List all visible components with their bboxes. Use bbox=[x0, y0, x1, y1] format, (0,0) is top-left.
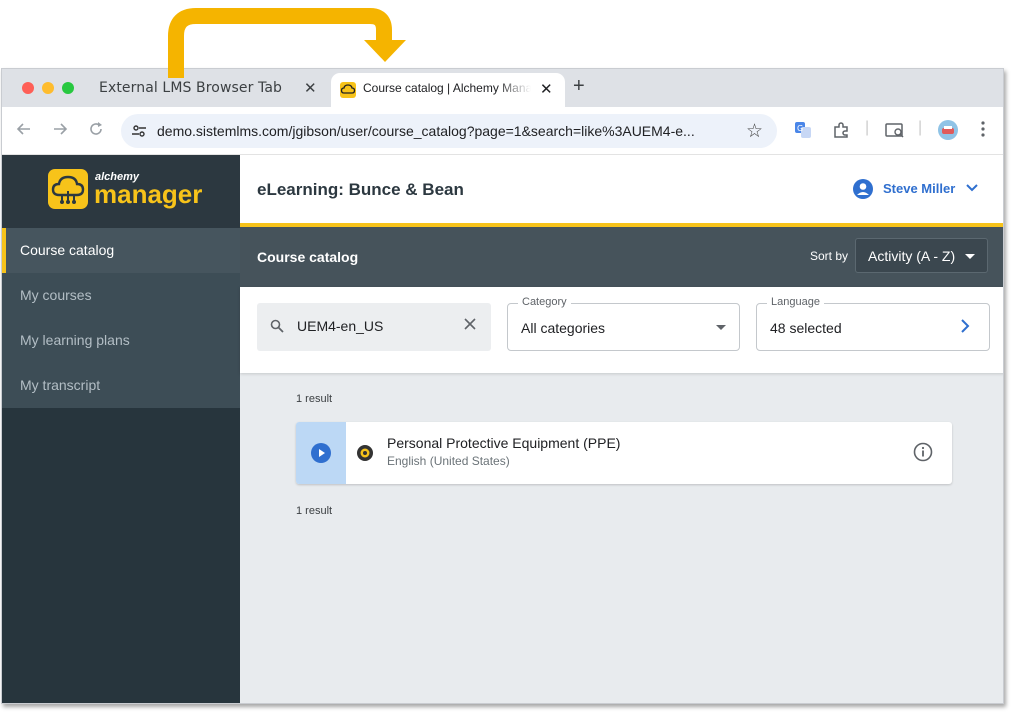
active-indicator bbox=[2, 228, 6, 273]
main-content: eLearning: Bunce & Bean Steve Miller Cou… bbox=[240, 155, 1003, 703]
info-icon[interactable] bbox=[913, 442, 933, 462]
site-settings-icon[interactable] bbox=[131, 123, 147, 139]
forward-icon[interactable] bbox=[52, 121, 68, 142]
extensions-icon[interactable] bbox=[832, 121, 850, 144]
language-value: 48 selected bbox=[770, 320, 842, 336]
close-tab-icon[interactable]: ✕ bbox=[540, 82, 553, 98]
translate-icon[interactable]: G bbox=[794, 121, 812, 144]
minimize-window-button[interactable] bbox=[42, 82, 54, 94]
maximize-window-button[interactable] bbox=[62, 82, 74, 94]
sidebar-item-label: My courses bbox=[20, 287, 92, 303]
browser-window: External LMS Browser Tab ✕ Course catalo… bbox=[1, 68, 1004, 704]
tab-external-lms[interactable]: External LMS Browser Tab ✕ bbox=[85, 69, 328, 107]
search-query: UEM4-en_US bbox=[297, 318, 384, 334]
svg-text:G: G bbox=[797, 124, 803, 133]
course-title[interactable]: Personal Protective Equipment (PPE) bbox=[387, 435, 620, 451]
lms-app: alchemy manager Course catalog My course… bbox=[2, 155, 1003, 703]
result-count-bottom: 1 result bbox=[296, 505, 333, 517]
user-name: Steve Miller bbox=[883, 181, 956, 196]
sidebar-item-label: My learning plans bbox=[20, 332, 130, 348]
logo-text-big: manager bbox=[94, 179, 203, 209]
reading-list-icon[interactable] bbox=[885, 121, 905, 144]
address-bar[interactable]: demo.sistemlms.com/jgibson/user/course_c… bbox=[121, 114, 777, 148]
category-legend: Category bbox=[518, 296, 571, 308]
page-title: eLearning: Bunce & Bean bbox=[257, 180, 464, 199]
tab-strip: External LMS Browser Tab ✕ Course catalo… bbox=[2, 69, 1003, 107]
close-tab-icon[interactable]: ✕ bbox=[304, 81, 317, 97]
language-select[interactable]: Language 48 selected bbox=[756, 296, 990, 351]
language-legend: Language bbox=[767, 296, 824, 308]
alchemy-brand-icon bbox=[357, 445, 373, 461]
result-count-top: 1 result bbox=[296, 393, 333, 405]
tab-course-catalog[interactable]: Course catalog | Alchemy Manager ✕ bbox=[331, 73, 565, 107]
alchemy-favicon-icon bbox=[340, 82, 356, 98]
filter-panel: UEM4-en_US Category All categories Langu… bbox=[240, 287, 1003, 373]
bookmark-star-icon[interactable]: ☆ bbox=[746, 120, 763, 143]
close-window-button[interactable] bbox=[22, 82, 34, 94]
sidebar-item-label: Course catalog bbox=[20, 242, 115, 258]
sort-dropdown[interactable]: Activity (A - Z) bbox=[855, 238, 988, 273]
search-icon bbox=[270, 319, 284, 338]
browser-toolbar: demo.sistemlms.com/jgibson/user/course_c… bbox=[2, 107, 1003, 155]
tab-title: External LMS Browser Tab bbox=[99, 80, 283, 96]
sidebar-item-course-catalog[interactable]: Course catalog bbox=[2, 228, 240, 273]
caret-down-icon bbox=[965, 254, 975, 259]
profile-avatar-icon[interactable] bbox=[937, 119, 959, 146]
catalog-title: Course catalog bbox=[257, 249, 359, 265]
sidebar-item-my-learning-plans[interactable]: My learning plans bbox=[2, 318, 240, 363]
search-input[interactable]: UEM4-en_US bbox=[257, 303, 491, 351]
catalog-bar: Course catalog Sort by Activity (A - Z) bbox=[240, 227, 1003, 287]
logo[interactable]: alchemy manager bbox=[2, 155, 240, 228]
sidebar-nav: Course catalog My courses My learning pl… bbox=[2, 228, 240, 408]
sort-value: Activity (A - Z) bbox=[868, 248, 956, 264]
toolbar-divider: | bbox=[918, 119, 923, 136]
category-value: All categories bbox=[521, 320, 606, 336]
sidebar-item-my-transcript[interactable]: My transcript bbox=[2, 363, 240, 408]
caret-down-icon bbox=[716, 325, 726, 330]
url-text: demo.sistemlms.com/jgibson/user/course_c… bbox=[157, 123, 695, 139]
sidebar-item-label: My transcript bbox=[20, 377, 101, 393]
app-header: eLearning: Bunce & Bean Steve Miller bbox=[240, 155, 1003, 227]
user-avatar-icon bbox=[853, 179, 873, 199]
sort-label: Sort by bbox=[810, 249, 849, 263]
sidebar: alchemy manager Course catalog My course… bbox=[2, 155, 240, 703]
tab-title: Course catalog | Alchemy Manager bbox=[363, 81, 531, 95]
reload-icon[interactable] bbox=[88, 121, 104, 142]
alchemy-cloud-icon bbox=[48, 169, 88, 209]
course-card[interactable]: Personal Protective Equipment (PPE) Engl… bbox=[296, 422, 952, 484]
chevron-right-icon bbox=[959, 317, 971, 338]
back-icon[interactable] bbox=[16, 121, 32, 142]
course-language: English (United States) bbox=[387, 454, 510, 468]
sidebar-item-my-courses[interactable]: My courses bbox=[2, 273, 240, 318]
chevron-down-icon bbox=[965, 180, 979, 197]
results-area: 1 result Personal Protective Equipment (… bbox=[240, 373, 1003, 703]
clear-search-icon[interactable] bbox=[464, 317, 476, 335]
category-select[interactable]: Category All categories bbox=[507, 296, 740, 351]
play-icon bbox=[311, 443, 331, 463]
new-tab-button[interactable]: + bbox=[573, 75, 585, 98]
toolbar-divider: | bbox=[865, 119, 870, 136]
more-menu-icon[interactable] bbox=[980, 120, 986, 143]
